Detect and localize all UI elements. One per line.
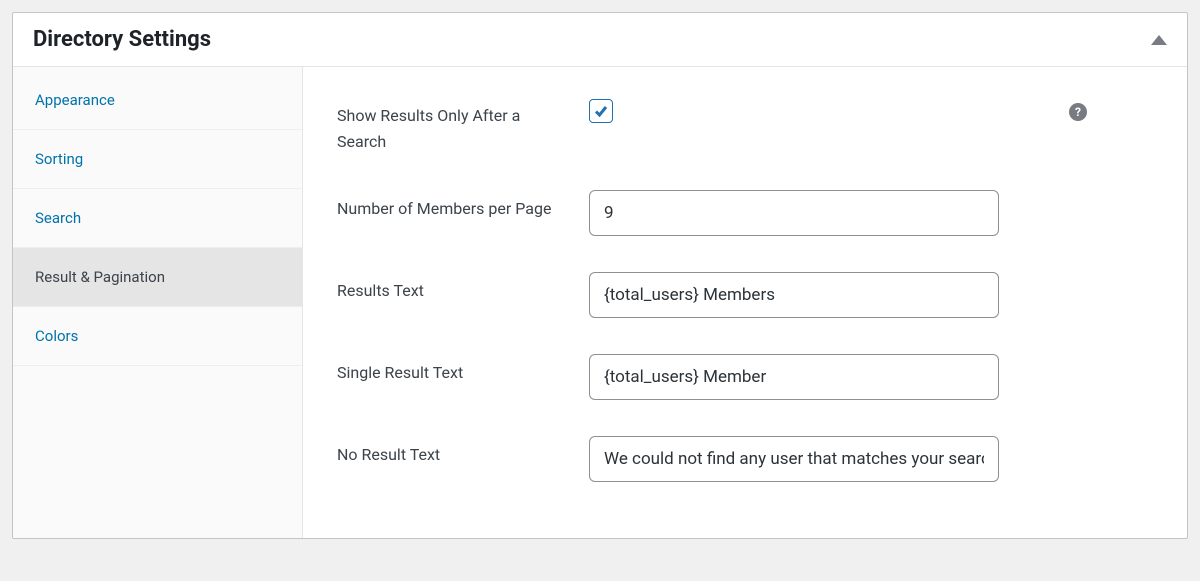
- no-result-text-label: No Result Text: [337, 436, 589, 468]
- settings-content: Show Results Only After a Search ? Numbe…: [303, 67, 1187, 538]
- sidebar-item-result-pagination[interactable]: Result & Pagination: [13, 248, 302, 307]
- collapse-up-icon[interactable]: [1151, 35, 1167, 45]
- sidebar-item-appearance[interactable]: Appearance: [13, 71, 302, 130]
- members-per-page-label: Number of Members per Page: [337, 190, 589, 222]
- members-per-page-input[interactable]: [589, 190, 999, 236]
- sidebar-item-sorting[interactable]: Sorting: [13, 130, 302, 189]
- panel-body: Appearance Sorting Search Result & Pagin…: [13, 67, 1187, 538]
- sidebar-item-colors[interactable]: Colors: [13, 307, 302, 366]
- single-result-text-control: [589, 354, 1147, 400]
- single-result-text-input[interactable]: [589, 354, 999, 400]
- single-result-text-row: Single Result Text: [337, 354, 1147, 400]
- no-result-text-row: No Result Text: [337, 436, 1147, 482]
- no-result-text-input[interactable]: [589, 436, 999, 482]
- results-text-label: Results Text: [337, 272, 589, 304]
- checkmark-icon: [593, 103, 609, 119]
- panel-header: Directory Settings: [13, 13, 1187, 67]
- members-per-page-control: [589, 190, 1147, 236]
- results-text-control: [589, 272, 1147, 318]
- show-results-after-search-label: Show Results Only After a Search: [337, 97, 589, 154]
- settings-sidebar: Appearance Sorting Search Result & Pagin…: [13, 67, 303, 538]
- no-result-text-control: [589, 436, 1147, 482]
- sidebar-item-search[interactable]: Search: [13, 189, 302, 248]
- results-text-row: Results Text: [337, 272, 1147, 318]
- show-results-after-search-row: Show Results Only After a Search ?: [337, 97, 1147, 154]
- show-results-after-search-control: [589, 97, 1147, 123]
- members-per-page-row: Number of Members per Page: [337, 190, 1147, 236]
- directory-settings-panel: Directory Settings Appearance Sorting Se…: [12, 12, 1188, 539]
- panel-title: Directory Settings: [33, 27, 211, 52]
- results-text-input[interactable]: [589, 272, 999, 318]
- show-results-after-search-checkbox[interactable]: [589, 99, 613, 123]
- help-icon[interactable]: ?: [1069, 103, 1087, 121]
- single-result-text-label: Single Result Text: [337, 354, 589, 386]
